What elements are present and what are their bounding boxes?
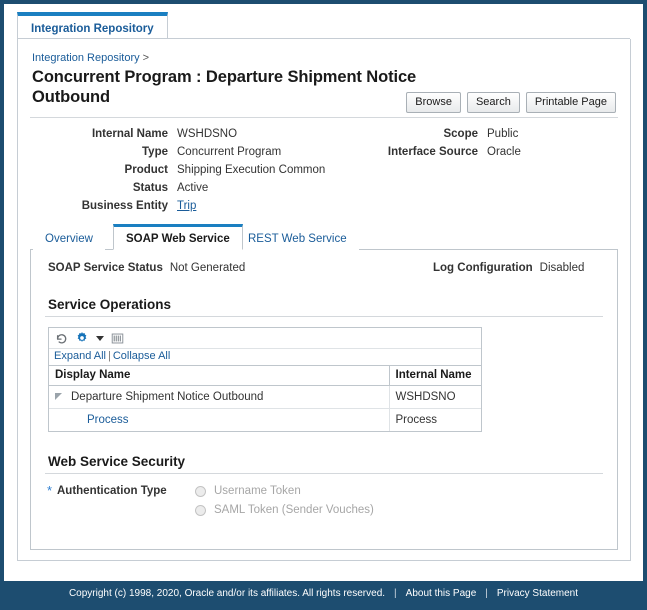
attribute-column-left: Internal Name WSHDSNO Type Concurrent Pr… [30, 126, 360, 214]
service-operations-table-container: Expand All | Collapse All Display Name Int… [48, 327, 482, 432]
tab-rest-web-service[interactable]: REST Web Service [236, 228, 359, 250]
table-toolbar [49, 328, 481, 349]
table-row: Departure Shipment Notice Outbound WSHDS… [49, 385, 481, 409]
log-configuration-value: Disabled [539, 262, 585, 274]
internal-name-value: WSHDSNO [177, 128, 238, 140]
table-header-row: Display Name Internal Name [49, 366, 481, 386]
business-entity-label: Business Entity [81, 200, 168, 212]
authentication-type-label: Authentication Type [57, 485, 167, 497]
radio-username-token: Username Token [195, 485, 374, 497]
service-operations-divider [45, 316, 603, 317]
status-value: Active [177, 182, 209, 194]
chevron-down-icon[interactable] [96, 335, 104, 341]
browser-frame: Integration Repository Integration Repos… [3, 3, 644, 607]
type-label: Type [142, 146, 168, 158]
status-label: Status [132, 182, 168, 194]
table-row: Process Process [49, 408, 481, 431]
application-window: Integration Repository Integration Repos… [0, 0, 647, 610]
page-footer: Copyright (c) 1998, 2020, Oracle and/or … [4, 581, 643, 606]
soap-service-status-group: SOAP Service Status Not Generated [48, 262, 245, 274]
search-button[interactable]: Search [466, 92, 520, 113]
refresh-icon[interactable] [55, 332, 68, 345]
product-label: Product [124, 164, 168, 176]
app-tab-strip: Integration Repository [4, 4, 643, 39]
radio-saml-token-label: SAML Token (Sender Vouches) [214, 504, 374, 516]
type-value: Concurrent Program [177, 146, 282, 158]
radio-username-token-label: Username Token [214, 485, 301, 497]
page-title: Concurrent Program : Departure Shipment … [32, 68, 417, 106]
soap-status-row: SOAP Service Status Not Generated Log Con… [45, 262, 603, 280]
tab-soap-web-service-label: SOAP Web Service [126, 233, 230, 245]
web-service-security-heading: Web Service Security [48, 454, 186, 469]
printable-page-button[interactable]: Printable Page [525, 92, 616, 113]
operation-process-link[interactable]: Process [87, 414, 129, 426]
radio-saml-token: SAML Token (Sender Vouches) [195, 504, 374, 516]
footer-copyright: Copyright (c) 1998, 2020, Oracle and/or … [68, 588, 386, 599]
radio-button-icon [195, 485, 206, 497]
footer-separator: | [394, 588, 397, 599]
footer-separator: | [485, 588, 488, 599]
app-tab-label: Integration Repository [31, 23, 154, 35]
web-service-security-divider [45, 473, 603, 474]
scope-label: Scope [443, 128, 478, 140]
soap-service-status-value: Not Generated [169, 262, 246, 274]
soap-web-service-panel: SOAP Service Status Not Generated Log Con… [30, 250, 618, 550]
column-header-internal-name[interactable]: Internal Name [389, 366, 481, 386]
expand-collapse-row: Expand All | Collapse All [49, 349, 481, 366]
breadcrumb: Integration Repository > [32, 52, 618, 64]
detach-grid-icon[interactable] [111, 332, 124, 345]
page-content-inner: Integration Repository > Concurrent Progr… [18, 39, 630, 550]
log-configuration-group: Log Configuration Disabled [433, 262, 584, 274]
breadcrumb-link-integration-repository[interactable]: Integration Repository [32, 52, 140, 64]
service-operations-table: Display Name Internal Name Departure Shi… [49, 366, 481, 431]
tab-rest-web-service-label: REST Web Service [248, 233, 347, 245]
footer-link-privacy-statement[interactable]: Privacy Statement [497, 588, 578, 599]
interface-source-label: Interface Source [387, 146, 478, 158]
required-field-marker: * [47, 483, 53, 498]
tab-overview[interactable]: Overview [33, 228, 105, 250]
page-header-row: Concurrent Program : Departure Shipment … [30, 67, 618, 113]
expand-collapse-separator: | [107, 350, 111, 362]
tab-soap-web-service[interactable]: SOAP Web Service [113, 224, 243, 250]
page-content-card: Integration Repository > Concurrent Progr… [17, 39, 631, 561]
attribute-summary: Internal Name WSHDSNO Type Concurrent Pr… [30, 118, 618, 222]
radio-button-icon [195, 504, 206, 516]
authentication-type-options: Username Token SAML Token (Sender Vouche… [195, 485, 374, 523]
cell-display-name: Departure Shipment Notice Outbound [49, 385, 390, 409]
collapse-all-link[interactable]: Collapse All [113, 350, 170, 362]
scope-value: Public [487, 128, 519, 140]
log-configuration-label: Log Configuration [433, 262, 533, 274]
browse-button[interactable]: Browse [406, 92, 461, 113]
expand-all-link[interactable]: Expand All [54, 350, 106, 362]
cell-display-name: Process [49, 408, 390, 431]
service-operations-heading: Service Operations [48, 297, 172, 312]
business-entity-link[interactable]: Trip [177, 198, 360, 214]
cell-internal-name: Process [395, 414, 438, 426]
attribute-column-right: Scope Public Interface Source Oracle [360, 126, 630, 160]
column-header-display-name[interactable]: Display Name [49, 366, 390, 386]
gear-icon[interactable] [75, 331, 89, 345]
breadcrumb-separator: > [142, 52, 150, 64]
expand-collapse-triangle-icon[interactable] [55, 393, 62, 401]
internal-name-label: Internal Name [91, 128, 168, 140]
authentication-type-row: * Authentication Type Username Token SAM… [45, 483, 603, 531]
sub-tab-bar: Overview SOAP Web Service REST Web Servi… [30, 224, 618, 250]
app-tab-integration-repository[interactable]: Integration Repository [17, 12, 168, 39]
footer-link-about-this-page[interactable]: About this Page [406, 588, 477, 599]
header-button-group: Browse Search Printable Page [406, 92, 616, 113]
tab-overview-label: Overview [45, 233, 93, 245]
cell-internal-name: WSHDSNO [389, 385, 481, 409]
interface-source-value: Oracle [487, 146, 521, 158]
product-value: Shipping Execution Common [177, 164, 326, 176]
soap-service-status-label: SOAP Service Status [48, 262, 163, 274]
row-display-name-text: Departure Shipment Notice Outbound [71, 391, 264, 403]
